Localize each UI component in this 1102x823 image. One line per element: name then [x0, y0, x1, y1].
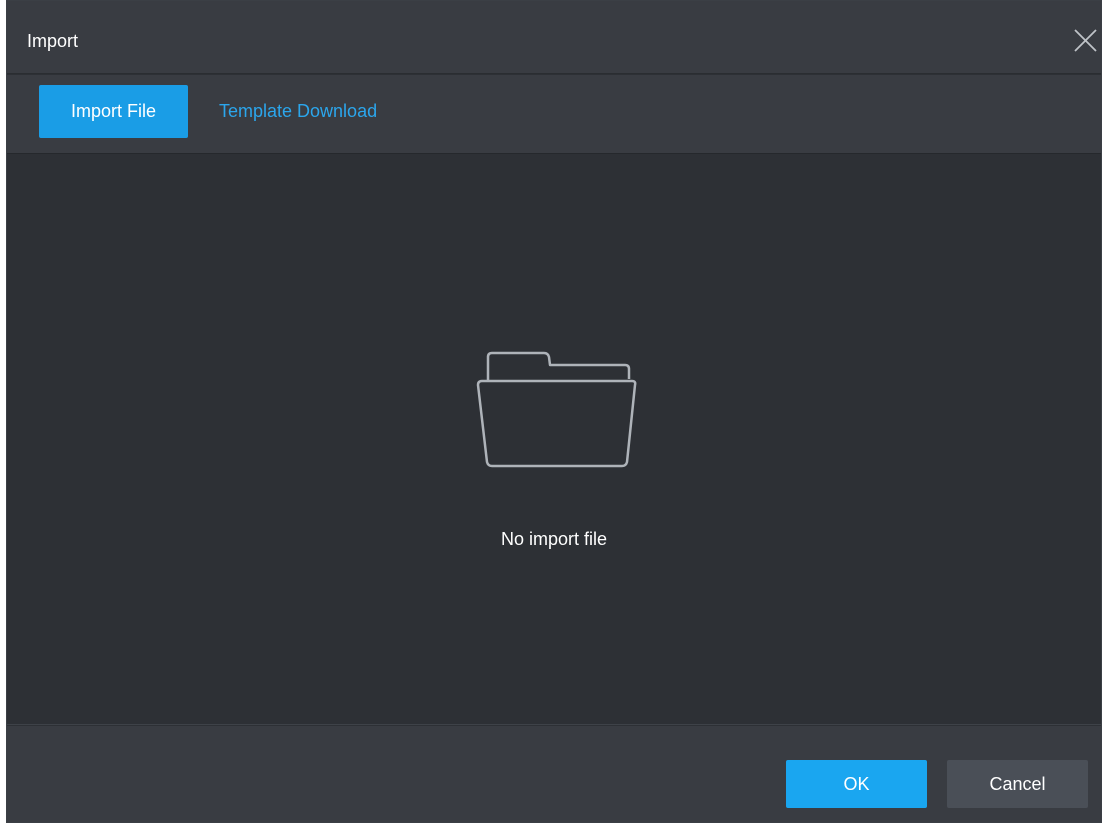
close-icon[interactable]	[1069, 27, 1101, 55]
dialog-title: Import	[27, 31, 79, 51]
dialog-footer: OK Cancel	[7, 726, 1101, 822]
empty-state-message: No import file	[500, 529, 608, 549]
dialog-titlebar: Import	[7, 1, 1101, 74]
folder-icon	[474, 351, 638, 469]
import-file-button[interactable]: Import File	[39, 85, 188, 138]
import-dialog: Import Import File Template Download No …	[6, 0, 1102, 823]
import-toolbar: Import File Template Download	[7, 75, 1101, 154]
ok-button[interactable]: OK	[786, 760, 927, 808]
cancel-button[interactable]: Cancel	[947, 760, 1088, 808]
template-download-link[interactable]: Template Download	[219, 101, 377, 122]
file-list-area: No import file	[7, 155, 1101, 725]
